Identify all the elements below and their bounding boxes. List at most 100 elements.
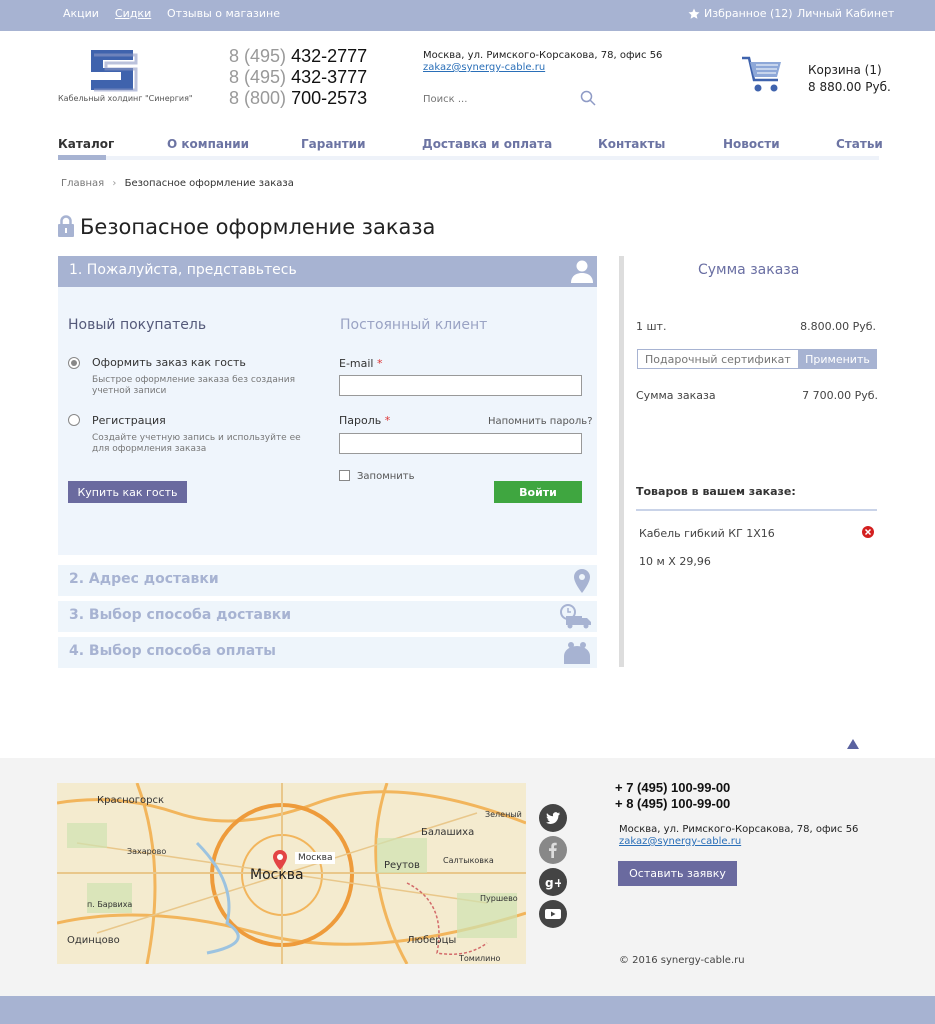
step4-header[interactable]: 4. Выбор способа оплаты <box>58 637 597 668</box>
step1-header[interactable]: 1. Пожалуйста, представьтесь <box>58 256 597 287</box>
step3-header[interactable]: 3. Выбор способа доставки <box>58 601 597 632</box>
step3-title: 3. Выбор способа доставки <box>69 607 292 623</box>
remove-item-icon[interactable] <box>862 526 874 538</box>
top-link-promos[interactable]: Акции <box>63 7 99 20</box>
footer-phone-1[interactable]: + 7 (495) 100-99-00 <box>615 780 730 795</box>
login-button[interactable]: Войти <box>494 481 582 503</box>
nav-catalog[interactable]: Каталог <box>58 137 114 151</box>
lock-icon <box>58 215 74 237</box>
footer-phone-2[interactable]: + 8 (495) 100-99-00 <box>615 796 730 811</box>
guest-option-desc: Быстрое оформление заказа без создания у… <box>92 375 295 396</box>
facebook-link[interactable] <box>539 836 567 864</box>
phone-3[interactable]: 8 (800) 700-2573 <box>229 88 367 109</box>
items-divider <box>636 509 877 511</box>
nav-underline <box>58 156 879 160</box>
new-buyer-heading: Новый покупатель <box>68 317 207 333</box>
nav-delivery[interactable]: Доставка и оплата <box>422 137 552 151</box>
scroll-top-icon[interactable] <box>847 739 859 749</box>
password-field[interactable] <box>339 433 582 454</box>
account-link[interactable]: Личный Кабинет <box>797 7 894 20</box>
nav-active-indicator <box>58 155 106 160</box>
forgot-password-link[interactable]: Напомнить пароль? <box>488 416 593 427</box>
map-label: Балашиха <box>421 827 475 838</box>
favorites-link[interactable]: Избранное (12) <box>704 7 793 20</box>
search-icon[interactable] <box>580 90 596 106</box>
map-label: Люберцы <box>407 935 457 946</box>
map-label: Одинцово <box>67 935 120 946</box>
register-radio[interactable] <box>68 414 80 426</box>
header-phones: 8 (495) 432-2777 8 (495) 432-3777 8 (800… <box>229 46 367 109</box>
breadcrumb: Главная › Безопасное оформление заказа <box>61 178 294 189</box>
map-label: Реутов <box>384 860 420 871</box>
chevron-right-icon: › <box>112 178 117 189</box>
nav-news[interactable]: Новости <box>723 137 780 151</box>
order-item-name: Кабель гибкий КГ 1Х16 <box>639 527 775 540</box>
step4-title: 4. Выбор способа оплаты <box>69 643 276 659</box>
remember-checkbox[interactable] <box>339 470 350 481</box>
password-label: Пароль * <box>339 414 391 427</box>
map-label: п. Барвиха <box>87 900 133 909</box>
summary-qty-price: 8.800.00 Руб. <box>800 320 876 333</box>
summary-total-label: Сумма заказа <box>636 389 716 402</box>
nav-about[interactable]: О компании <box>167 137 249 151</box>
cart-label[interactable]: Корзина (1) <box>808 63 882 77</box>
map-label: Салтыковка <box>443 856 494 865</box>
nav-guarantee[interactable]: Гарантии <box>301 137 366 151</box>
map-label: Томилино <box>459 954 501 963</box>
email-field[interactable] <box>339 375 582 396</box>
summary-total: 7 700.00 Руб. <box>802 389 878 402</box>
map-widget[interactable]: Красногорск Москва Москва Балашиха Реуто… <box>57 783 526 964</box>
leave-request-button[interactable]: Оставить заявку <box>618 861 737 886</box>
summary-title: Сумма заказа <box>698 262 800 278</box>
cart-icon[interactable] <box>741 55 783 95</box>
guest-option-label[interactable]: Оформить заказ как гость <box>92 356 246 369</box>
apply-certificate-button[interactable]: Применить <box>798 349 877 369</box>
map-label: Красногорск <box>97 795 164 806</box>
gift-certificate-input[interactable] <box>637 349 799 369</box>
order-item-qty: 10 м Х 29,96 <box>639 555 711 568</box>
bottom-bar <box>0 996 935 1024</box>
star-icon <box>688 8 700 19</box>
breadcrumb-home[interactable]: Главная <box>61 178 104 189</box>
phone-2[interactable]: 8 (495) 432-3777 <box>229 67 367 88</box>
remember-label[interactable]: Запомнить <box>357 471 415 482</box>
map-pin-icon[interactable] <box>272 849 288 871</box>
delivery-truck-icon <box>560 604 591 629</box>
step2-title: 2. Адрес доставки <box>69 571 219 587</box>
map-pin-icon <box>574 569 590 593</box>
nav-contacts[interactable]: Контакты <box>598 137 665 151</box>
google-plus-link[interactable]: g+ <box>539 868 567 896</box>
phone-1[interactable]: 8 (495) 432-2777 <box>229 46 367 67</box>
user-icon <box>571 260 593 283</box>
map-label: Зеленый <box>485 810 522 819</box>
nav-articles[interactable]: Статьи <box>836 137 883 151</box>
logo-caption: Кабельный холдинг "Синергия" <box>58 94 193 103</box>
youtube-icon <box>545 909 561 919</box>
returning-client-heading: Постоянный клиент <box>340 317 488 333</box>
search-input[interactable] <box>423 90 597 108</box>
register-option-desc: Создайте учетную запись и используйте ее… <box>92 433 301 454</box>
step2-header[interactable]: 2. Адрес доставки <box>58 565 597 596</box>
facebook-icon <box>549 842 557 858</box>
header-address: Москва, ул. Римского-Корсакова, 78, офис… <box>423 50 663 61</box>
guest-radio[interactable] <box>68 357 80 369</box>
top-link-reviews[interactable]: Отзывы о магазине <box>167 7 280 20</box>
items-heading: Товаров в вашем заказе: <box>636 485 796 498</box>
footer-email-link[interactable]: zakaz@synergy-cable.ru <box>619 836 741 847</box>
wallet-icon <box>564 642 590 664</box>
column-divider <box>619 256 624 667</box>
top-link-discounts[interactable]: Сидки <box>115 7 151 20</box>
register-option-label[interactable]: Регистрация <box>92 414 166 427</box>
top-bar: Акции Сидки Отзывы о магазине Избранное … <box>0 0 935 31</box>
svg-text:g+: g+ <box>545 876 561 890</box>
copyright: © 2016 synergy-cable.ru <box>619 955 745 966</box>
header-email-link[interactable]: zakaz@synergy-cable.ru <box>423 62 545 73</box>
buy-as-guest-button[interactable]: Купить как гость <box>68 481 187 503</box>
map-label: Пуршево <box>480 894 518 903</box>
twitter-icon <box>546 812 560 824</box>
cart-sum: 8 880.00 Руб. <box>808 80 891 94</box>
twitter-link[interactable] <box>539 804 567 832</box>
email-label: E-mail * <box>339 357 383 370</box>
youtube-link[interactable] <box>539 900 567 928</box>
footer-address: Москва, ул. Римского-Корсакова, 78, офис… <box>619 824 859 835</box>
